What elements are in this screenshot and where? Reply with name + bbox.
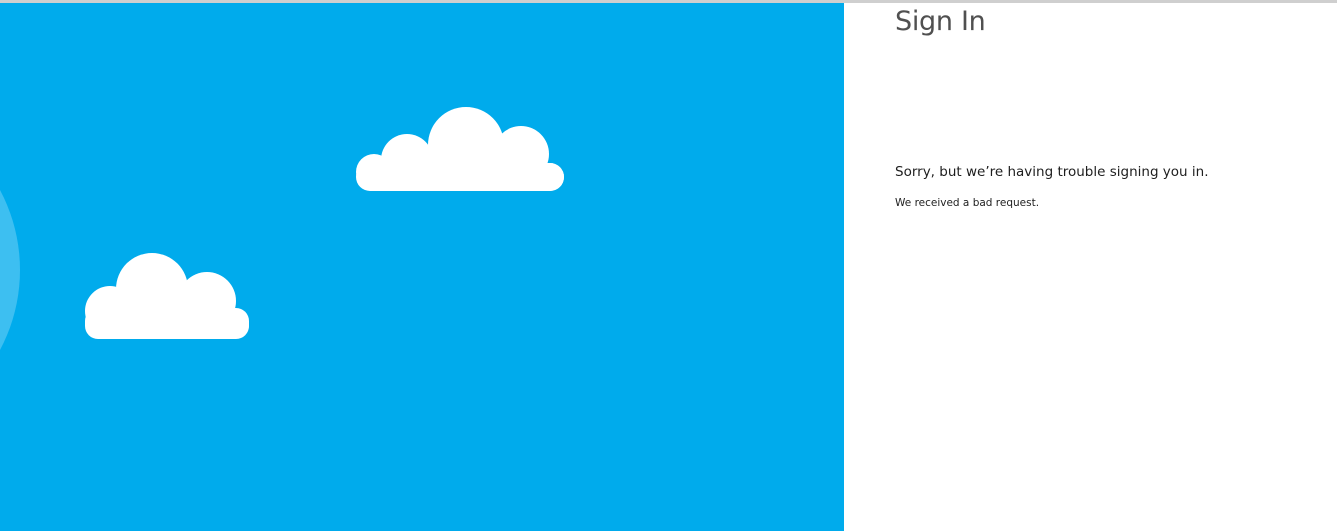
error-detail: We received a bad request. [895, 197, 1040, 209]
sign-in-panel: Sign In Sorry, but we’re having trouble … [844, 3, 1337, 531]
error-message: Sorry, but we’re having trouble signing … [895, 164, 1209, 180]
sky-illustration [0, 3, 844, 531]
illustration-panel [0, 3, 844, 531]
page-title: Sign In [895, 6, 986, 37]
